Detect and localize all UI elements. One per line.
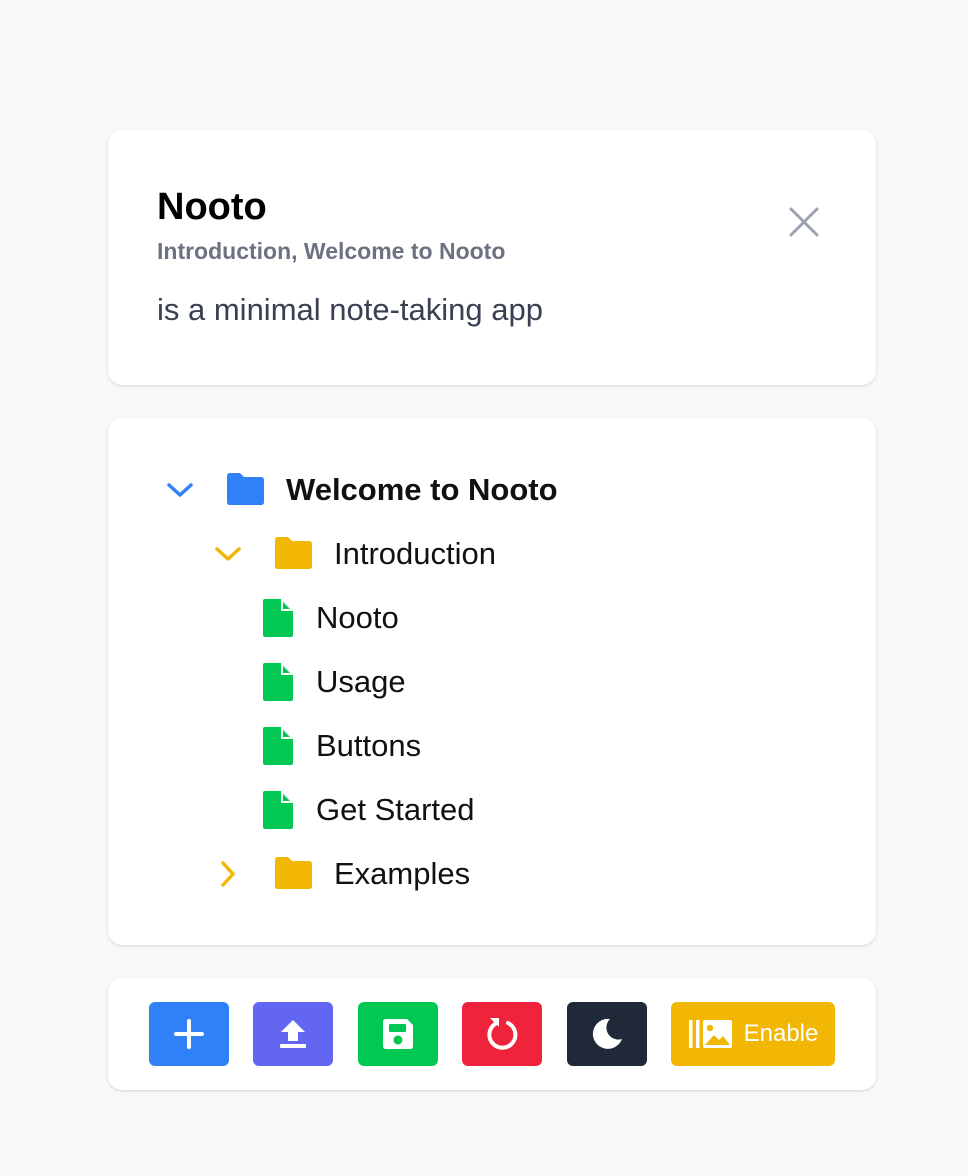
chevron-down-icon[interactable] xyxy=(164,474,196,506)
toolbar: Enable xyxy=(108,978,876,1090)
tree-item-label: Introduction xyxy=(334,536,496,571)
note-card: Nooto Introduction, Welcome to Nooto is … xyxy=(108,130,876,385)
image-library-icon xyxy=(688,1020,732,1048)
upload-button[interactable] xyxy=(253,1002,333,1066)
file-tree: Welcome to Nooto Introduction Nooto Usag… xyxy=(108,418,876,945)
enable-images-button[interactable]: Enable xyxy=(671,1002,835,1066)
tree-item-label: Nooto xyxy=(316,600,399,635)
close-icon xyxy=(789,207,819,237)
tree-item-examples[interactable]: Examples xyxy=(212,852,470,896)
file-icon xyxy=(263,663,293,701)
rotate-icon xyxy=(487,1018,518,1050)
tree-item-label: Buttons xyxy=(316,728,422,763)
file-icon xyxy=(263,727,293,765)
chevron-down-icon[interactable] xyxy=(212,538,244,570)
tree-item-file[interactable]: Nooto xyxy=(260,596,399,640)
tree-item-root[interactable]: Welcome to Nooto xyxy=(164,468,558,512)
note-title: Nooto xyxy=(157,186,267,228)
add-note-button[interactable] xyxy=(149,1002,229,1066)
tree-item-file[interactable]: Get Started xyxy=(260,788,475,832)
tree-item-label: Examples xyxy=(334,856,471,891)
upload-icon xyxy=(280,1020,306,1048)
moon-icon xyxy=(592,1018,622,1049)
dark-mode-button[interactable] xyxy=(567,1002,647,1066)
tree-item-introduction[interactable]: Introduction xyxy=(212,532,496,576)
folder-icon xyxy=(224,472,266,508)
file-icon xyxy=(263,599,293,637)
tree-item-file[interactable]: Buttons xyxy=(260,724,421,768)
chevron-right-icon[interactable] xyxy=(212,858,244,890)
close-button[interactable] xyxy=(784,202,824,242)
tree-item-file[interactable]: Usage xyxy=(260,660,406,704)
reset-button[interactable] xyxy=(462,1002,542,1066)
tree-item-label: Usage xyxy=(316,664,406,699)
tree-item-label: Welcome to Nooto xyxy=(286,472,558,507)
note-body: is a minimal note-taking app xyxy=(157,292,543,327)
enable-label: Enable xyxy=(743,1020,819,1047)
floppy-disk-icon xyxy=(383,1019,413,1049)
note-breadcrumb: Introduction, Welcome to Nooto xyxy=(157,238,506,264)
tree-item-label: Get Started xyxy=(316,792,475,827)
save-button[interactable] xyxy=(358,1002,438,1066)
folder-icon xyxy=(272,856,314,892)
plus-icon xyxy=(174,1019,204,1049)
folder-icon xyxy=(272,536,314,572)
file-icon xyxy=(263,791,293,829)
